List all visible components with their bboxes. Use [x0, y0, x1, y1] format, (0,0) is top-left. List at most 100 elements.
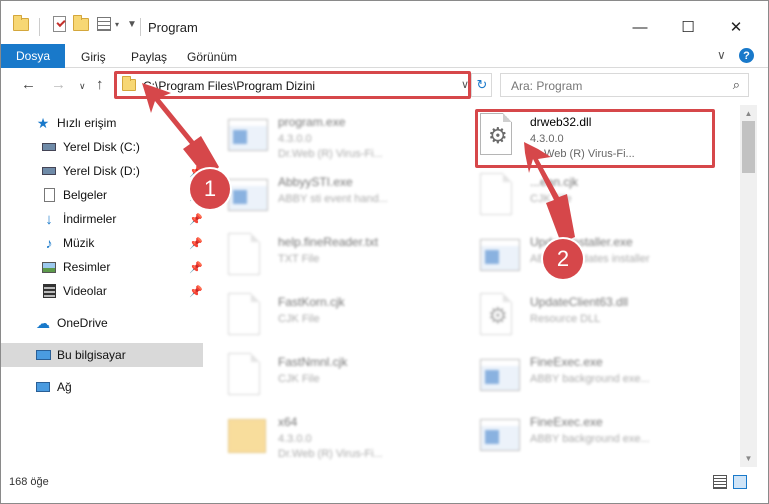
- item-count: 168 öğe: [9, 476, 49, 488]
- sidebar-item-onedrive[interactable]: ☁ OneDrive: [1, 311, 203, 335]
- sidebar-item-label: OneDrive: [57, 316, 108, 330]
- document-file-icon: [228, 233, 266, 277]
- properties-check-icon[interactable]: [53, 15, 66, 33]
- videos-icon: [41, 284, 57, 298]
- sidebar-item-label: Bu bilgisayar: [57, 348, 126, 362]
- tab-share[interactable]: Paylaş: [131, 50, 167, 64]
- file-item[interactable]: x64 4.3.0.0 Dr.Web (R) Virus-Fi...: [208, 405, 458, 461]
- sidebar-item-label: Yerel Disk (D:): [63, 164, 140, 178]
- sidebar-item-drive-c[interactable]: Yerel Disk (C:) 📌: [1, 135, 203, 159]
- refresh-icon[interactable]: ↻: [471, 74, 492, 96]
- pin-icon[interactable]: 📌: [189, 141, 203, 154]
- folder-icon: [13, 14, 29, 33]
- search-box[interactable]: Ara: Program ⌕: [500, 73, 749, 97]
- sidebar-item-label: Yerel Disk (C:): [63, 140, 140, 154]
- scroll-up-icon[interactable]: ▲: [740, 105, 757, 122]
- exe-file-icon: [480, 353, 520, 397]
- drive-icon: [41, 140, 57, 154]
- pin-icon[interactable]: 📌: [189, 237, 203, 250]
- scroll-thumb[interactable]: [742, 121, 755, 173]
- vertical-scrollbar[interactable]: ▲ ▼: [740, 105, 757, 467]
- exe-file-icon: [228, 173, 268, 217]
- file-name: FineExec.exe: [530, 415, 603, 429]
- help-icon[interactable]: ?: [739, 48, 754, 63]
- file-item-drweb32-dll[interactable]: ⚙ drweb32.dll 4.3.0.0 Dr.Web (R) Virus-F…: [460, 105, 710, 161]
- pin-icon[interactable]: 📌: [189, 261, 203, 274]
- sidebar-item-label: Hızlı erişim: [57, 116, 117, 130]
- pin-icon[interactable]: 📌: [189, 285, 203, 298]
- customize-toolbar-chevron-icon[interactable]: ▾: [115, 15, 119, 33]
- expand-ribbon-icon[interactable]: ∨: [717, 48, 726, 62]
- sidebar-item-downloads[interactable]: ↓ İndirmeler 📌: [1, 207, 203, 231]
- file-name: ...ean.cjk: [530, 175, 579, 189]
- file-description: ABBY background exe...: [530, 433, 650, 445]
- file-name: x64: [278, 415, 298, 429]
- file-item[interactable]: FineExec.exe ABBY background exe...: [460, 345, 710, 401]
- file-item[interactable]: AbbyySTI.exe ABBY sti event hand...: [208, 165, 458, 221]
- file-item[interactable]: ...ean.cjk CJK File: [460, 165, 710, 221]
- maximize-button[interactable]: ☐: [665, 13, 711, 41]
- file-description: ABBY sti event hand...: [278, 193, 388, 205]
- search-placeholder: Ara: Program: [511, 79, 583, 93]
- sidebar-item-label: Videolar: [63, 284, 107, 298]
- minimize-button[interactable]: —: [617, 13, 663, 41]
- address-path[interactable]: C:\Program Files\Program Dizini: [143, 79, 315, 93]
- tab-home[interactable]: Giriş: [81, 50, 106, 64]
- file-item[interactable]: FastNmnl.cjk CJK File: [208, 345, 458, 401]
- file-description: TXT File: [278, 253, 320, 265]
- file-item[interactable]: UpdateInstaller.exe ABBYY updates instal…: [460, 225, 710, 281]
- cloud-icon: ☁: [36, 314, 50, 331]
- dll-file-icon: ⚙: [480, 113, 518, 157]
- forward-arrow-icon[interactable]: →: [51, 76, 66, 93]
- file-item[interactable]: help.fineReader.txt TXT File: [208, 225, 458, 281]
- close-button[interactable]: ✕: [713, 13, 759, 41]
- annotation-badge-1: 1: [190, 169, 230, 209]
- file-description: Dr.Web (R) Virus-Fi...: [278, 448, 383, 460]
- new-folder-icon[interactable]: [73, 14, 89, 33]
- dll-file-icon: ⚙: [480, 293, 518, 337]
- search-icon[interactable]: ⌕: [733, 77, 740, 93]
- properties-icon[interactable]: [97, 15, 111, 33]
- file-item[interactable]: FineExec.exe ABBY background exe...: [460, 405, 710, 461]
- up-arrow-icon[interactable]: ↑: [96, 76, 104, 93]
- sidebar-item-pictures[interactable]: Resimler 📌: [1, 255, 203, 279]
- star-icon: ★: [36, 114, 50, 131]
- address-dropdown-icon[interactable]: ∨: [461, 78, 469, 91]
- exe-file-icon: [480, 233, 520, 277]
- sidebar-item-quick-access[interactable]: ★ Hızlı erişim: [1, 111, 203, 135]
- pin-icon[interactable]: 📌: [189, 213, 203, 226]
- document-file-icon: [480, 173, 518, 217]
- file-item[interactable]: ⚙ UpdateClient63.dll Resource DLL: [460, 285, 710, 341]
- tab-view[interactable]: Görünüm: [187, 50, 237, 64]
- computer-icon: [35, 348, 51, 362]
- address-folder-icon: [122, 76, 136, 91]
- sidebar-item-documents[interactable]: Belgeler 📌: [1, 183, 203, 207]
- sidebar-item-label: Resimler: [63, 260, 111, 274]
- file-version: 4.3.0.0: [530, 133, 564, 145]
- sidebar-item-videos[interactable]: Videolar 📌: [1, 279, 203, 303]
- address-bar[interactable]: C:\Program Files\Program Dizini ∨ ↻: [116, 73, 492, 97]
- file-item[interactable]: FastKorn.cjk CJK File: [208, 285, 458, 341]
- recent-locations-icon[interactable]: ∨: [79, 81, 86, 92]
- file-item[interactable]: program.exe 4.3.0.0 Dr.Web (R) Virus-Fi.…: [208, 105, 458, 161]
- sidebar-item-network[interactable]: Ağ: [1, 375, 203, 399]
- file-description: Resource DLL: [530, 313, 601, 325]
- file-description: CJK File: [278, 313, 320, 325]
- back-arrow-icon[interactable]: ←: [21, 76, 36, 93]
- file-name: AbbyySTI.exe: [278, 175, 353, 189]
- details-view-icon[interactable]: [713, 475, 727, 489]
- tiles-view-icon[interactable]: [733, 475, 747, 489]
- sidebar-item-drive-d[interactable]: Yerel Disk (D:) 📌: [1, 159, 203, 183]
- document-file-icon: [228, 353, 266, 397]
- scroll-down-icon[interactable]: ▼: [740, 450, 757, 467]
- qat-dropdown-icon[interactable]: ▼: [127, 15, 137, 33]
- tab-file[interactable]: Dosya: [1, 44, 65, 68]
- download-icon: ↓: [45, 210, 53, 228]
- music-icon: ♪: [45, 235, 53, 251]
- file-name: UpdateClient63.dll: [530, 295, 629, 309]
- sidebar-item-label: Belgeler: [63, 188, 108, 202]
- sidebar-item-this-pc[interactable]: Bu bilgisayar: [1, 343, 203, 367]
- folder-file-icon: [228, 413, 266, 457]
- navigation-pane: ★ Hızlı erişim Yerel Disk (C:) 📌 Yerel D…: [1, 105, 206, 465]
- sidebar-item-music[interactable]: ♪ Müzik 📌: [1, 231, 203, 255]
